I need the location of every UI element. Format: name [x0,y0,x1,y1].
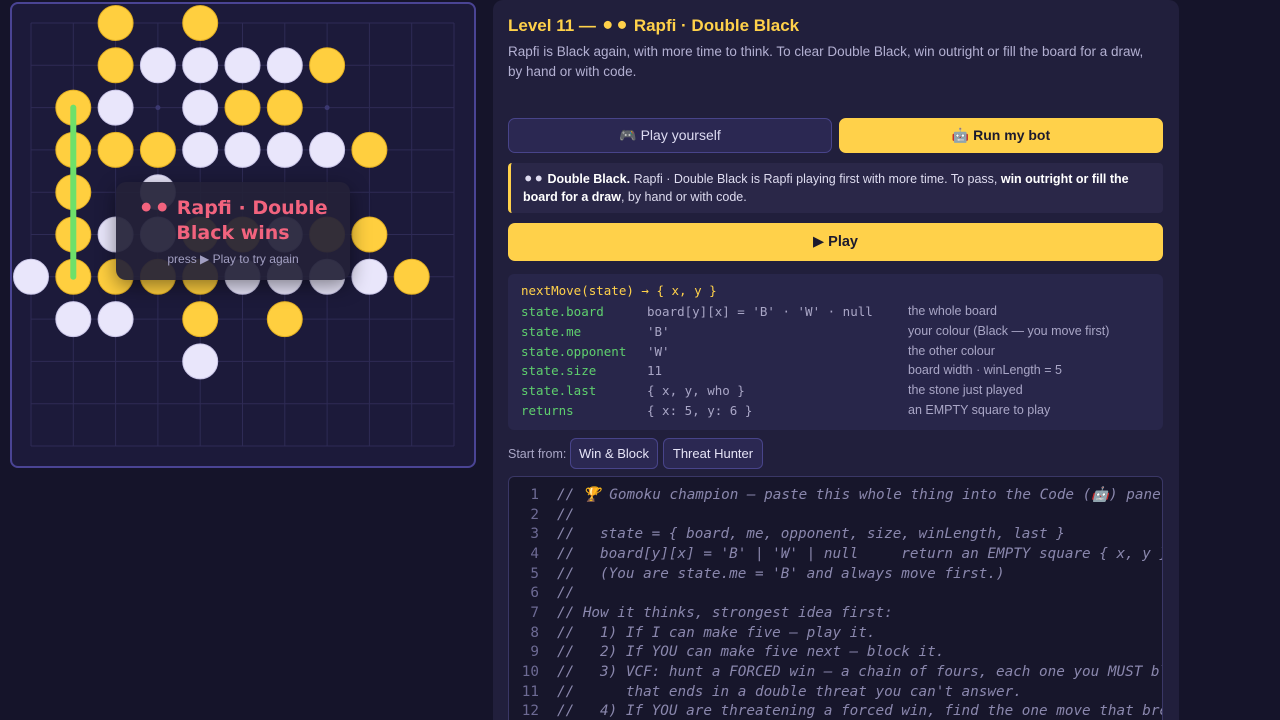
api-row: returns { x: 5, y: 6 } an EMPTY square t… [508,403,1163,423]
code-editor[interactable]: 1 // 🏆 Gomoku champion — paste this whole… [508,476,1163,720]
start-threat-hunter-button[interactable]: Threat Hunter [663,438,763,469]
api-key: state.me [521,324,582,339]
api-description: the other colour [908,344,995,358]
info-icon: ⚫⚫ [523,172,544,186]
play-button[interactable]: ▶ Play [508,223,1163,261]
code-comment: // [557,585,575,602]
api-description: the stone just played [908,383,1023,397]
white-stone [13,258,49,295]
black-stone [351,216,388,253]
code-comment: // 2) If YOU can make five next — block … [557,644,945,661]
api-value: { x: 5, y: 6 } [647,403,753,418]
api-reference: nextMove(state) → { x, y } state.board b… [508,274,1163,430]
start-from-label: Start from: [508,447,567,461]
api-key: state.board [521,304,604,319]
line-number: 7 [530,604,539,621]
white-stone [182,343,219,380]
api-row: state.size 11 board width · winLength = … [508,363,1163,383]
level-description: Rapfi is Black again, with more time to … [508,44,1144,79]
line-number: 5 [530,565,539,582]
api-description: board width · winLength = 5 [908,363,1062,377]
api-value: 11 [647,363,663,378]
white-stone [351,258,388,295]
white-stone [55,301,92,338]
white-stone [182,131,219,168]
line-number: 3 [530,526,539,543]
result-subtitle: press ▶ Play to try again [167,252,299,266]
code-comment: // 3) VCF: hunt a FORCED win — a chain o… [557,663,1163,680]
star-point [155,105,161,111]
api-value: board[y][x] = 'B' · 'W' · null [647,304,873,319]
line-number: 1 [530,487,539,503]
api-value: 'W' [647,344,670,359]
api-value: { x, y, who } [647,383,745,398]
code-comment: // 4) If YOU are threatening a forced wi… [557,703,1163,720]
run-my-bot-button[interactable]: 🤖 Run my bot [839,118,1163,153]
level-info-box: ⚫⚫ Double Black. Rapfi · Double Black is… [508,163,1163,213]
black-stone [309,47,346,84]
info-title: Double Black. [547,172,631,186]
code-comment: // board[y][x] = 'B' | 'W' | null return… [557,545,1163,562]
line-number: 12 [521,703,539,720]
api-row: state.board board[y][x] = 'B' · 'W' · nu… [508,304,1163,324]
api-key: state.size [521,363,597,378]
white-stone [97,301,134,338]
api-value: 'B' [647,324,670,339]
black-stone [266,89,303,126]
code-comment: // state = { board, me, opponent, size, … [557,526,1065,543]
result-overlay: ⚫⚫ Rapfi · Double Black wins press ▶ Pla… [116,182,350,280]
black-stone [266,301,303,338]
white-stone [139,47,176,84]
info-text-2: , by hand or with code. [620,190,747,204]
white-stone [97,89,134,126]
star-point [324,105,330,111]
start-win-block-button[interactable]: Win & Block [570,438,658,469]
api-row: state.opponent 'W' the other colour [508,344,1163,364]
black-stone [139,131,176,168]
info-text-1: Rapfi · Double Black is Rapfi playing fi… [630,172,1001,186]
white-stone [182,47,219,84]
code-comment: // (You are state.me = 'B' and always mo… [557,565,1005,582]
api-signature: nextMove(state) → { x, y } [521,283,717,298]
code-comment: // [557,506,575,523]
api-description: the whole board [908,304,997,318]
line-number: 9 [530,644,539,661]
result-title: ⚫⚫ Rapfi · Double Black wins [138,197,328,244]
black-stone [97,131,134,168]
black-stone [393,258,430,295]
level-title: Level 11 — ⚫⚫ Rapfi · Double Black [508,16,800,35]
line-number: 2 [530,506,539,523]
black-stone [182,301,219,338]
white-stone [309,131,346,168]
api-description: your colour (Black — you move first) [908,324,1110,338]
level-panel: Level 11 — ⚫⚫ Rapfi · Double Black Rapfi… [493,0,1179,720]
play-yourself-button[interactable]: 🎮 Play yourself [508,118,832,153]
line-number: 8 [530,624,539,641]
api-row: state.last { x, y, who } the stone just … [508,383,1163,403]
black-stone [351,131,388,168]
line-number: 4 [530,545,539,562]
black-stone [97,5,134,41]
api-key: state.opponent [521,344,627,359]
white-stone [224,131,261,168]
api-description: an EMPTY square to play [908,403,1051,417]
line-number: 10 [521,663,539,680]
code-comment: // that ends in a double threat you can'… [557,683,1022,700]
api-key: returns [521,403,574,418]
line-number: 6 [530,585,539,602]
code-comment: // How it thinks, strongest idea first: [557,604,893,621]
code-comment: // 🏆 Gomoku champion — paste this whole … [557,487,1163,503]
white-stone [224,47,261,84]
white-stone [182,89,219,126]
white-stone [266,131,303,168]
white-stone [266,47,303,84]
code-comment: // 1) If I can make five — play it. [557,624,876,641]
black-stone [97,47,134,84]
black-stone [182,5,219,41]
api-row: state.me 'B' your colour (Black — you mo… [508,324,1163,344]
api-key: state.last [521,383,597,398]
black-stone [224,89,261,126]
line-number: 11 [521,683,539,700]
